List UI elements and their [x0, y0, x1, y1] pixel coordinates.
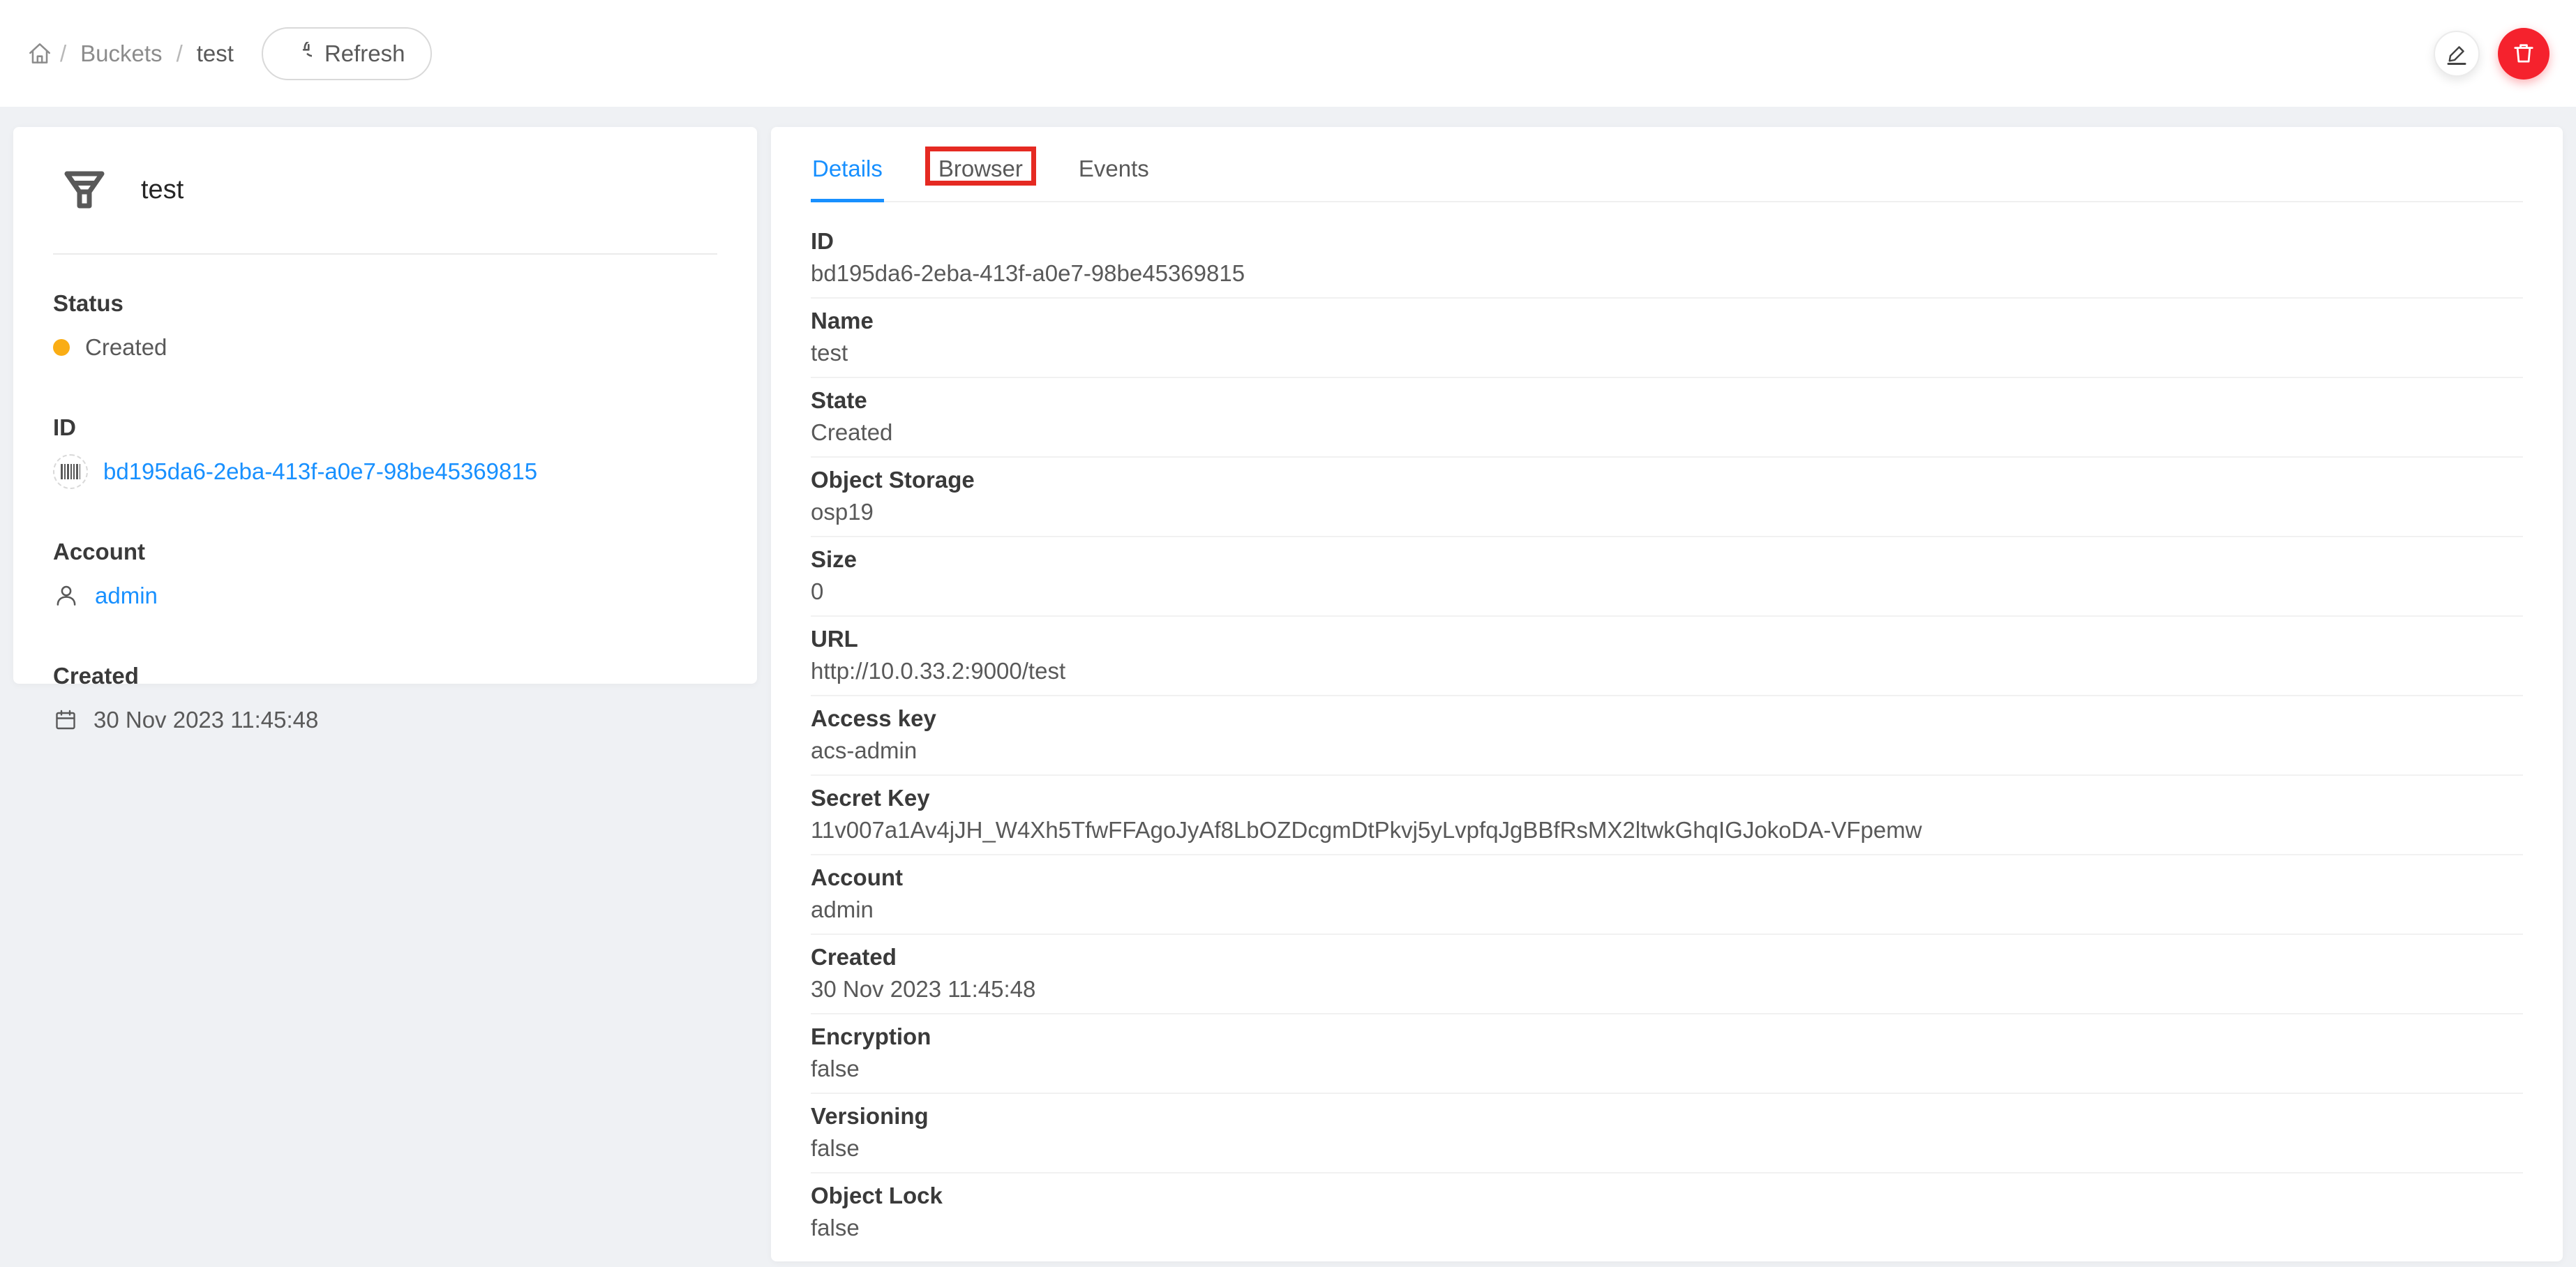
detail-row: URL http://10.0.33.2:9000/test [811, 617, 2523, 696]
resource-title: test [141, 175, 184, 204]
tab-browser[interactable]: Browser [924, 147, 1036, 201]
refresh-button-label: Refresh [324, 40, 405, 66]
detail-row: Size 0 [811, 537, 2523, 617]
detail-label: ID [811, 228, 834, 254]
bucket-icon [63, 170, 105, 211]
tab-label: Events [1078, 156, 1149, 181]
detail-label: URL [811, 626, 858, 652]
detail-label: Access key [811, 705, 936, 731]
account-link[interactable]: admin [95, 582, 158, 610]
uuid-badge [53, 454, 88, 489]
detail-label: Account [811, 864, 903, 890]
detail-label: Name [811, 308, 874, 333]
detail-value: false [811, 1056, 860, 1081]
detail-row: Object Lock false [811, 1174, 2523, 1252]
tabs: Details Browser Events [811, 147, 2523, 202]
detail-row: Created 30 Nov 2023 11:45:48 [811, 935, 2523, 1014]
field-label: Status [53, 290, 123, 316]
breadcrumb-item-current: test [196, 40, 234, 66]
tab-details[interactable]: Details [811, 148, 884, 202]
refresh-button[interactable]: Refresh [261, 27, 432, 80]
tab-events[interactable]: Events [1077, 148, 1151, 201]
edit-button[interactable] [2434, 30, 2480, 77]
resource-head: test [53, 127, 717, 255]
detail-value: osp19 [811, 499, 874, 525]
detail-value: admin [811, 897, 874, 922]
detail-label: State [811, 387, 867, 413]
field-id: ID bd195da6-2eba-413f-a0e7-98be45369815 [53, 414, 717, 489]
detail-row: State Created [811, 378, 2523, 458]
detail-label: Object Storage [811, 467, 975, 493]
calendar-icon [53, 707, 78, 733]
breadcrumb-separator: / [176, 40, 183, 66]
field-label: ID [53, 414, 76, 440]
detail-value: false [811, 1135, 860, 1161]
detail-label: Object Lock [811, 1183, 943, 1208]
detail-value: bd195da6-2eba-413f-a0e7-98be45369815 [811, 260, 1245, 286]
detail-row: Versioning false [811, 1094, 2523, 1174]
detail-row: Secret Key 11v007a1Av4jJH_W4Xh5TfwFFAgoJ… [811, 776, 2523, 855]
detail-value: acs-admin [811, 737, 918, 763]
detail-label: Encryption [811, 1024, 931, 1049]
detail-label: Versioning [811, 1103, 929, 1129]
header-actions [2434, 27, 2549, 80]
breadcrumb-separator: / [60, 40, 67, 66]
detail-label: Size [811, 546, 858, 572]
reload-icon [288, 41, 312, 66]
detail-value: Created [811, 419, 893, 445]
delete-button[interactable] [2498, 27, 2549, 80]
detail-label: Secret Key [811, 785, 930, 811]
home-icon [27, 40, 53, 67]
resource-id-link[interactable]: bd195da6-2eba-413f-a0e7-98be45369815 [103, 458, 537, 486]
tab-label: Details [812, 156, 883, 181]
detail-label: Created [811, 944, 897, 970]
home-breadcrumb-link[interactable] [27, 40, 53, 67]
detail-value: 11v007a1Av4jJH_W4Xh5TfwFFAgoJyAf8LbOZDcg… [811, 817, 1922, 843]
detail-row: Object Storage osp19 [811, 458, 2523, 537]
active-tab-ink-bar [811, 199, 884, 202]
trash-icon [2510, 40, 2538, 68]
details-card: Details Browser Events ID bd195da6-2eba-… [771, 127, 2563, 1261]
field-status: Status Created [53, 290, 717, 365]
details-list: ID bd195da6-2eba-413f-a0e7-98be45369815 … [771, 202, 2563, 1252]
detail-value: http://10.0.33.2:9000/test [811, 658, 1066, 684]
top-header: / Buckets / test Refresh [0, 0, 2576, 107]
detail-value: false [811, 1215, 860, 1240]
resource-summary-card: test Status Created ID bd195da6-2eba-413… [13, 127, 757, 733]
field-account: Account admin [53, 538, 717, 613]
pencil-icon [2444, 41, 2469, 66]
detail-value: 30 Nov 2023 11:45:48 [811, 976, 1036, 1002]
barcode-icon [61, 464, 80, 479]
detail-row: Name test [811, 299, 2523, 378]
tab-list: Details Browser Events [811, 147, 2523, 202]
detail-row: Access key acs-admin [811, 696, 2523, 776]
status-value: Created [85, 334, 167, 360]
breadcrumb: / Buckets / test Refresh [27, 27, 432, 80]
breadcrumb-item-buckets[interactable]: Buckets [80, 40, 162, 67]
field-created: Created 30 Nov 2023 11:45:48 [53, 662, 717, 737]
detail-row: Encryption false [811, 1014, 2523, 1094]
created-value: 30 Nov 2023 11:45:48 [93, 707, 319, 733]
tab-label: Browser [938, 156, 1023, 181]
detail-value: test [811, 340, 848, 366]
field-label: Account [53, 539, 145, 564]
field-label: Created [53, 663, 139, 689]
resource-fields: Status Created ID bd195da6-2eba-413f-a0e… [13, 255, 757, 737]
detail-row: Account admin [811, 855, 2523, 935]
status-dot [53, 339, 70, 356]
detail-value: 0 [811, 578, 824, 604]
user-icon [53, 583, 80, 609]
detail-row: ID bd195da6-2eba-413f-a0e7-98be45369815 [811, 219, 2523, 299]
